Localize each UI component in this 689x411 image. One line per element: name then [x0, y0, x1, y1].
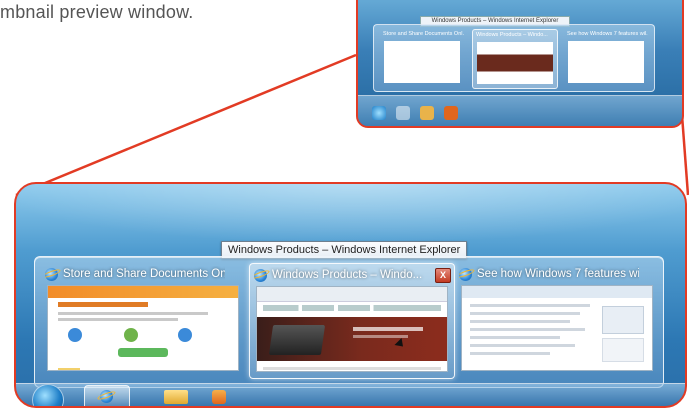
mini-start-icon: [372, 106, 386, 120]
desktop-glow: [16, 184, 685, 244]
internet-explorer-icon: [459, 267, 472, 281]
thumbnail-panel: Store and Share Documents Onl... Windows…: [34, 256, 664, 388]
mini-page: [384, 41, 460, 83]
thumbnail-title-row: Windows Products – Windo...: [254, 267, 434, 283]
taskbar-folder-icon[interactable]: [164, 390, 188, 404]
internet-explorer-icon: [254, 268, 267, 282]
mini-thumbnail: Store and Share Documents Onl...: [380, 29, 464, 87]
thumbnail-title-row: Store and Share Documents Onl...: [45, 266, 225, 282]
taskbar-internet-explorer-button[interactable]: [84, 385, 130, 406]
thumbnail-see-how-windows7[interactable]: See how Windows 7 features wil...: [455, 263, 659, 377]
internet-explorer-icon: [45, 267, 58, 281]
mini-thumbnail-panel: Store and Share Documents Onl... Windows…: [373, 24, 655, 92]
mini-thumbnail: See how Windows 7 features wil...: [564, 29, 648, 87]
taskbar: [16, 383, 685, 406]
thumbnail-windows-products[interactable]: Windows Products – Windo... X: [249, 263, 455, 379]
thumbnail-page-preview: [47, 285, 239, 371]
start-button-icon[interactable]: [32, 384, 64, 406]
thumbnail-page-preview: [256, 286, 448, 372]
internet-explorer-icon: [100, 390, 113, 403]
thumbnail-title: See how Windows 7 features wil...: [477, 268, 639, 280]
inset-preview: Windows Products – Windows Internet Expl…: [352, 0, 689, 130]
thumbnail-title: Store and Share Documents Onl...: [63, 268, 225, 280]
mini-ie-icon: [396, 106, 410, 120]
mini-thumbnail-title: See how Windows 7 features wil...: [567, 31, 648, 37]
mini-folder-icon: [420, 106, 434, 120]
mini-thumbnail-active: Windows Products – Windo...: [472, 29, 558, 89]
inset-frame: Windows Products – Windows Internet Expl…: [356, 0, 684, 128]
close-thumbnail-button[interactable]: X: [435, 268, 451, 283]
mini-page: [568, 41, 644, 83]
mini-taskbar: [358, 95, 682, 126]
mini-thumbnail-title: Windows Products – Windo...: [476, 32, 548, 38]
thumbnail-title-row: See how Windows 7 features wil...: [459, 266, 639, 282]
thumbnail-title: Windows Products – Windo...: [272, 269, 423, 281]
mini-media-icon: [444, 106, 458, 120]
taskbar-media-player-icon[interactable]: [212, 390, 226, 404]
caption-text: mbnail preview window.: [0, 2, 194, 22]
thumbnail-page-preview: [461, 285, 653, 371]
mini-thumbnail-title: Store and Share Documents Onl...: [383, 31, 464, 37]
zoomed-preview: Windows Products – Windows Internet Expl…: [14, 182, 687, 408]
thumbnail-store-share[interactable]: Store and Share Documents Onl...: [41, 263, 245, 377]
mini-page: [477, 42, 553, 84]
